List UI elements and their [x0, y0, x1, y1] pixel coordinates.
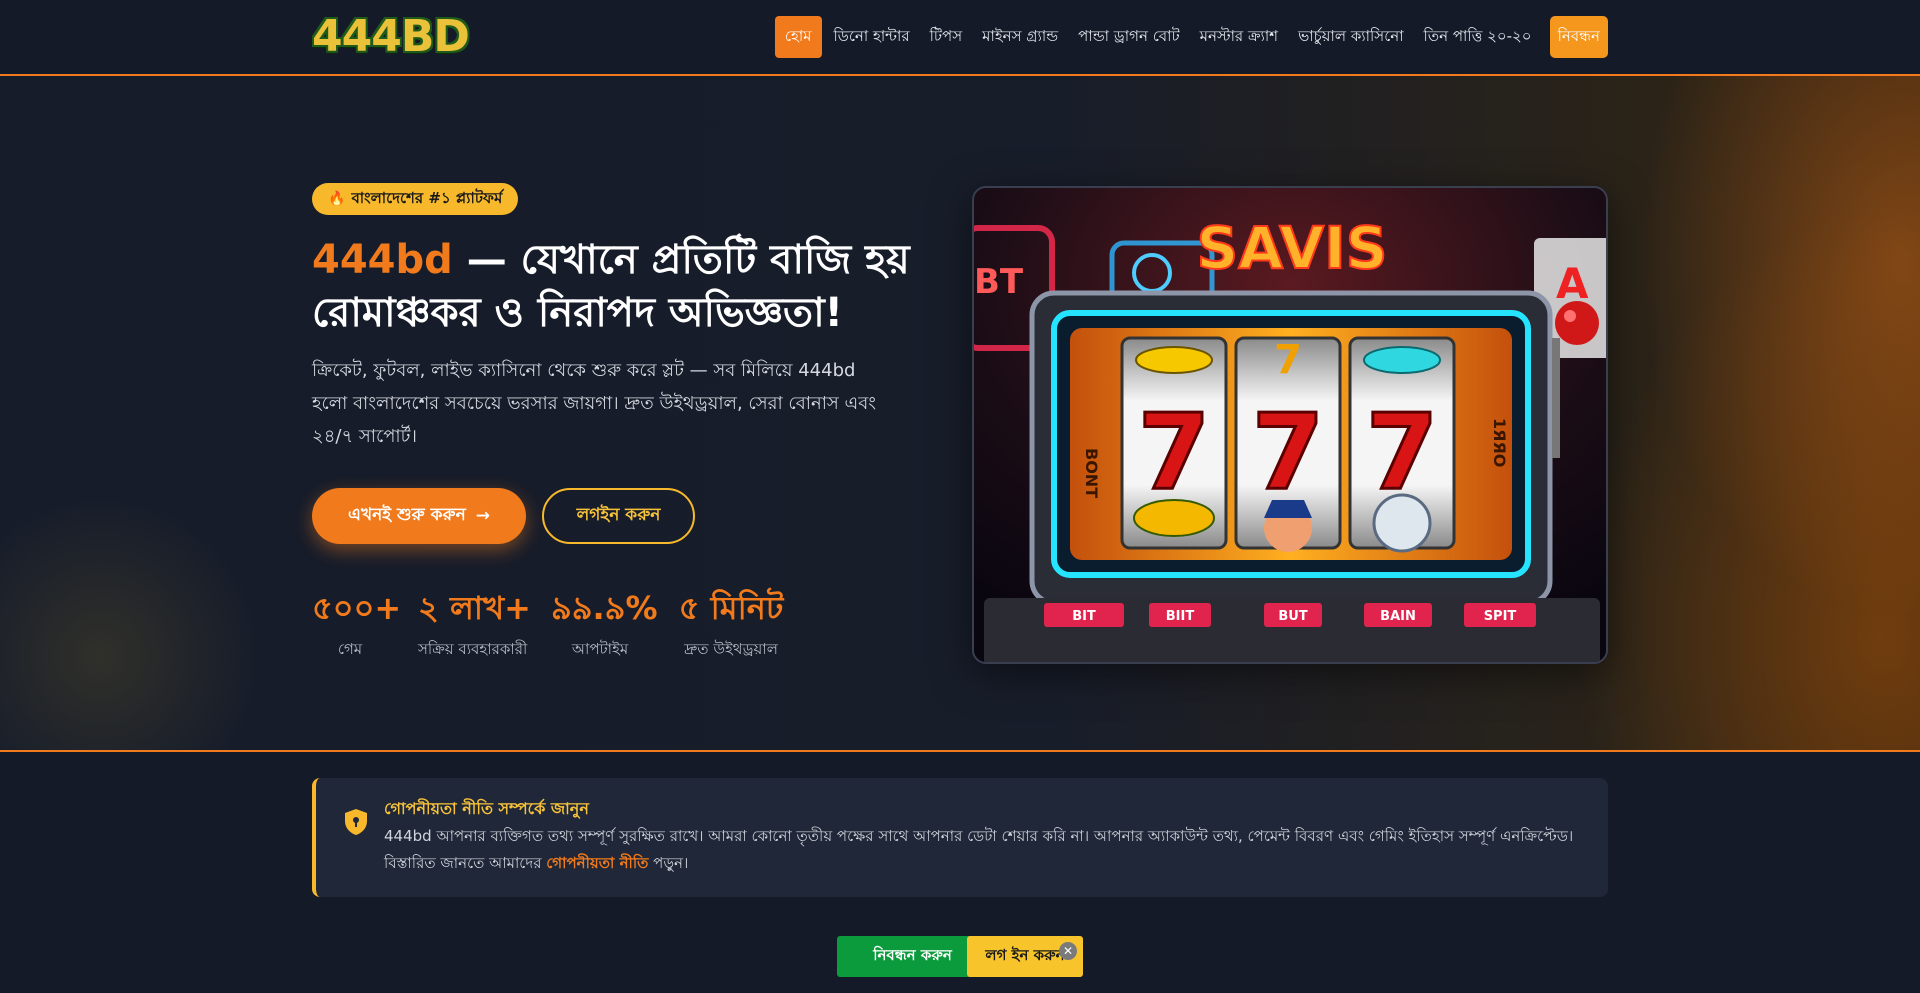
stat-label: গেম [337, 640, 363, 658]
hero-description: ক্রিকেট, ফুটবল, লাইভ ক্যাসিনো থেকে শুরু … [312, 360, 877, 447]
start-now-button[interactable]: এখনই শুরু করুন → [312, 488, 526, 544]
nav-item-panda-dragon-boat[interactable]: পান্ডা ড্রাগন বোট [1068, 16, 1190, 58]
hero-title-brand: 444bd [312, 237, 453, 283]
nav-item-virtual-casino[interactable]: ভার্চুয়াল ক্যাসিনো [1288, 16, 1413, 58]
privacy-body: 444bd আপনার ব্যক্তিগত তথ্য সম্পূর্ণ সুরক… [384, 827, 1574, 845]
hero-section: 🔥 বাংলাদেশের #১ প্ল্যাটফর্ম 444bd — যেখা… [0, 76, 1920, 752]
nav-item-teen-patti[interactable]: তিন পাত্তি ২০-২০ [1414, 16, 1542, 58]
reel-top-seven: 7 [1274, 337, 1302, 383]
site-header: 444BD হোম ডিনো হান্টার টিপস মাইনস গ্র্যা… [0, 0, 1920, 76]
stat-label: আপটাইম [571, 640, 629, 658]
stat-label: সক্রিয় ব্যবহারকারী [418, 640, 528, 658]
neon-right-text: A [1556, 259, 1589, 308]
side-left-text: BONT [1082, 448, 1101, 498]
key-label: BAIN [1380, 609, 1416, 624]
stat-label: দ্রুত উইথড্রয়াল [684, 640, 778, 658]
stat-games: ৫০০+ গেম [312, 588, 402, 663]
nav-item-dino-hunter[interactable]: ডিনো হান্টার [824, 16, 920, 58]
privacy-notice: গোপনীয়তা নীতি সম্পর্কে জানুন 444bd আপনা… [312, 778, 1608, 897]
header-register-button[interactable]: নিবন্ধন [1549, 16, 1608, 58]
nav-item-tips[interactable]: টিপস [920, 16, 973, 58]
stat-value: ৫ মিনিট [678, 589, 784, 627]
stat-value: ২ লাখ+ [418, 589, 531, 627]
stat-value: ৫০০+ [312, 589, 402, 627]
privacy-more-prefix: বিস্তারিত জানতে আমাদের [384, 854, 547, 872]
login-button[interactable]: লগইন করুন [542, 488, 695, 544]
neon-sign-text: SAVIS [1197, 214, 1388, 282]
stat-fast-withdrawal: ৫ মিনিট দ্রুত উইথড্রয়াল [678, 588, 784, 663]
side-right-text: 1ЯЯО [1490, 418, 1509, 467]
stat-value: ৯৯.৯% [551, 589, 658, 627]
main-nav: হোম ডিনো হান্টার টিপস মাইনস গ্র্যান্ড পা… [774, 16, 1608, 58]
key-label: SPIT [1484, 609, 1517, 624]
hero-title: 444bd — যেখানে প্রতিটি বাজি হয় রোমাঞ্চক… [312, 234, 912, 340]
privacy-policy-link[interactable]: গোপনীয়তা নীতি [546, 854, 648, 872]
privacy-title: গোপনীয়তা নীতি সম্পর্কে জানুন [384, 799, 589, 818]
badge-text: বাংলাদেশের #১ প্ল্যাটফর্ম [351, 188, 503, 207]
fire-icon: 🔥 [328, 191, 346, 207]
key-label: BIIT [1166, 609, 1195, 624]
arrow-right-icon: → [475, 506, 490, 526]
close-icon[interactable]: ✕ [1059, 942, 1077, 960]
nav-item-mines-grand[interactable]: মাইনস গ্র্যান্ড [972, 16, 1068, 58]
key-label: BIT [1072, 609, 1096, 624]
nav-item-home[interactable]: হোম [774, 16, 822, 58]
floating-register-button[interactable]: নিবন্ধন করুন [837, 936, 988, 977]
shield-lock-icon [345, 809, 367, 835]
stat-active-users: ২ লাখ+ সক্রিয় ব্যবহারকারী [418, 588, 531, 663]
stat-uptime: ৯৯.৯% আপটাইম [551, 588, 658, 663]
slot-machine-illustration: BT SAVIS A BONT 1ЯЯО 7 7 7 7 BIT BIIT BU… [974, 188, 1606, 662]
reel-seven-1: 7 [1138, 391, 1210, 513]
slot-machine-image: BT SAVIS A BONT 1ЯЯО 7 7 7 7 BIT BIIT BU… [972, 186, 1608, 664]
nav-item-monster-crash[interactable]: মনস্টার ক্র্যাশ [1190, 16, 1288, 58]
reel-seven-2: 7 [1252, 391, 1324, 513]
start-now-label: এখনই শুরু করুন [348, 505, 466, 525]
privacy-text: 444bd আপনার ব্যক্তিগত তথ্য সম্পূর্ণ সুরক… [384, 823, 1584, 877]
platform-badge: 🔥 বাংলাদেশের #১ প্ল্যাটফর্ম [312, 183, 519, 215]
privacy-more-suffix: পড়ুন। [648, 854, 689, 872]
site-logo[interactable]: 444BD [312, 11, 470, 63]
neon-left-text: BT [974, 262, 1024, 302]
key-label: BUT [1278, 609, 1307, 624]
